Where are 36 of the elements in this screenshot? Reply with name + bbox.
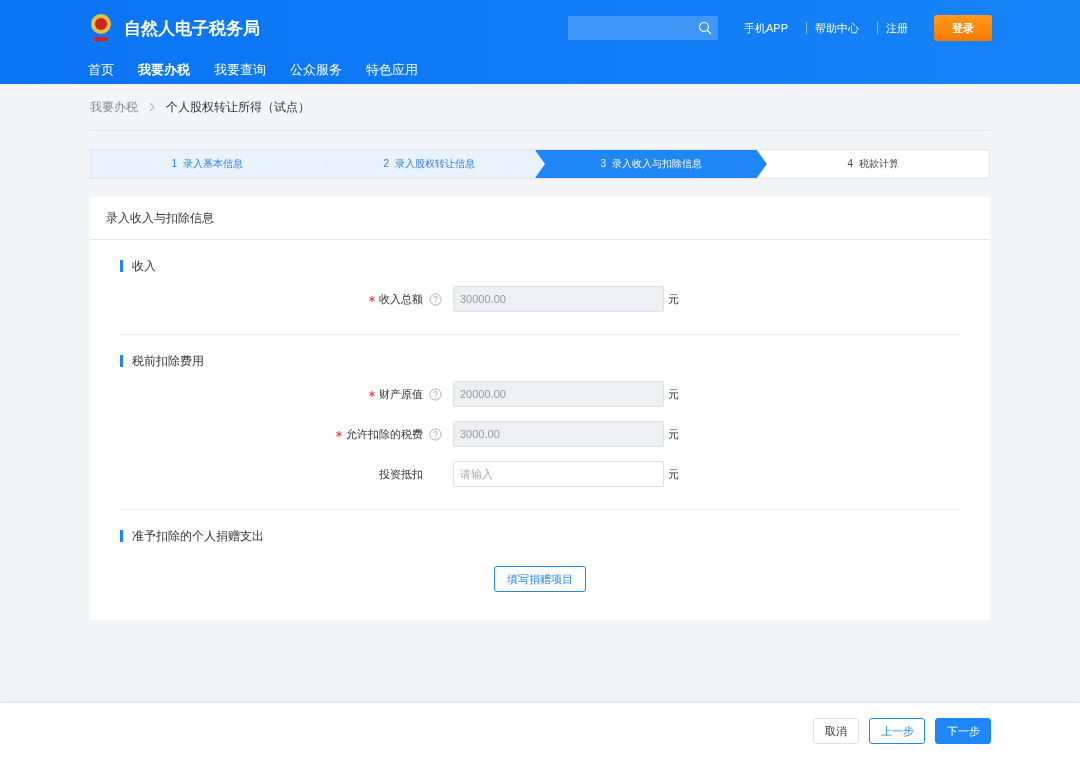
unit-label: 元 [668,426,679,442]
unit-label: 元 [668,386,679,402]
search-field[interactable] [568,16,718,40]
nav-item[interactable]: 我要办税 [138,61,190,79]
emblem-icon [88,13,114,43]
nav-item[interactable]: 我要查询 [214,61,266,79]
field-label: 投资抵扣 [379,466,423,482]
breadcrumb-item: 个人股权转让所得（试点） [166,98,310,116]
search-icon[interactable] [698,21,712,35]
field-label: 财产原值 [379,386,423,402]
wizard-step: 1 录入基本信息 [91,150,323,178]
header-link[interactable]: 帮助中心 [806,22,867,34]
breadcrumb-item[interactable]: 我要办税 [90,98,138,116]
input-field[interactable]: 请输入 [453,461,664,487]
field-label: 收入总额 [379,291,423,307]
card-title: 录入收入与扣除信息 [90,197,990,240]
add-donation-button[interactable]: 填写捐赠项目 [494,566,586,592]
nav-item[interactable]: 公众服务 [290,61,342,79]
footer-button[interactable]: 下一步 [935,718,991,744]
wizard-step: 3 录入收入与扣除信息 [535,150,767,178]
unit-label: 元 [668,466,679,482]
site-title: 自然人电子税务局 [124,17,260,40]
field-label: 允许扣除的税费 [346,426,423,442]
section-title: 税前扣除费用 [120,355,960,367]
footer-button[interactable]: 上一步 [869,718,925,744]
header-link[interactable]: 手机APP [736,22,796,34]
nav-item[interactable]: 首页 [88,61,114,79]
login-button[interactable]: 登录 [934,15,992,41]
header-link[interactable]: 注册 [877,22,916,34]
chevron-right-icon [148,102,156,112]
section-title: 收入 [120,260,960,272]
nav-item[interactable]: 特色应用 [366,61,418,79]
section-title: 准予扣除的个人捐赠支出 [120,530,960,542]
footer-button[interactable]: 取消 [813,718,859,744]
wizard-step: 2 录入股权转让信息 [313,150,545,178]
unit-label: 元 [668,291,679,307]
